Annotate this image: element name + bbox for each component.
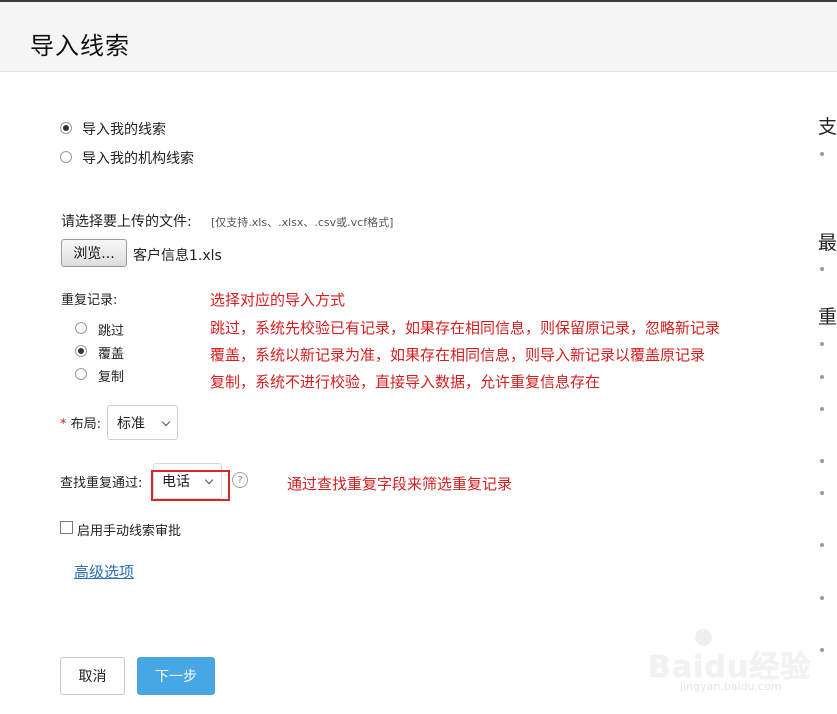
annotation-title: 选择对应的导入方式 [210,291,346,309]
chevron-down-icon [161,417,171,427]
side-heading-1: 支 [818,116,837,138]
lookup-label: 查找重复通过: [60,476,143,491]
page-header: 导入线索 [0,2,837,72]
annotation-overwrite: 覆盖，系统以新记录为准，如果存在相同信息，则导入新记录以覆盖原记录 [210,346,706,364]
file-format-hint: [仅支持.xls、.xlsx、.csv或.vcf格式] [211,216,394,229]
help-icon[interactable]: ? [232,472,248,488]
layout-label: * 布局: [60,413,101,432]
annotation-lookup: 通过查找重复字段来筛选重复记录 [287,475,513,493]
radio-overwrite-label: 覆盖 [98,347,125,362]
radio-org-leads[interactable] [60,151,72,163]
radio-copy-label: 复制 [98,370,125,385]
required-mark: * [60,417,67,432]
bullet [820,407,824,411]
bullet [820,491,824,495]
radio-skip-label: 跳过 [98,324,125,339]
bullet [820,596,824,600]
side-heading-3: 重 [818,306,837,328]
radio-copy[interactable] [75,368,87,380]
layout-select-value: 标准 [117,415,145,432]
radio-my-leads[interactable] [60,122,72,134]
layout-select[interactable]: 标准 [107,405,178,440]
page-title: 导入线索 [30,32,130,60]
file-label: 请选择要上传的文件: [61,214,192,230]
manual-approval-checkbox[interactable] [60,521,73,534]
baidu-watermark: ● Baidu经验 jingyan.baidu.com [640,624,830,704]
bullet [820,375,824,379]
bullet [820,543,824,547]
duplicates-label: 重复记录: [61,293,118,308]
manual-approval-label: 启用手动线索审批 [77,524,182,539]
bullet [820,459,824,463]
selected-filename: 客户信息1.xls [133,248,222,264]
annotation-copy: 复制，系统不进行校验，直接导入数据，允许重复信息存在 [210,373,601,391]
radio-skip[interactable] [75,322,87,334]
radio-overwrite[interactable] [75,345,87,357]
watermark-url: jingyan.baidu.com [680,680,782,693]
bullet [820,267,824,271]
cancel-button[interactable]: 取消 [60,657,125,695]
bullet [820,342,824,346]
advanced-options-link[interactable]: 高级选项 [74,561,134,582]
highlight-box [151,470,230,501]
browse-button[interactable]: 浏览... [61,239,127,267]
radio-my-leads-label: 导入我的线索 [82,122,166,138]
layout-label-text: 布局: [70,417,102,432]
next-button[interactable]: 下一步 [137,657,215,695]
side-heading-2: 最 [818,232,837,254]
annotation-skip: 跳过，系统先校验已有记录，如果存在相同信息，则保留原记录，忽略新记录 [210,319,721,337]
bullet [820,152,824,156]
radio-org-leads-label: 导入我的机构线索 [82,151,194,167]
